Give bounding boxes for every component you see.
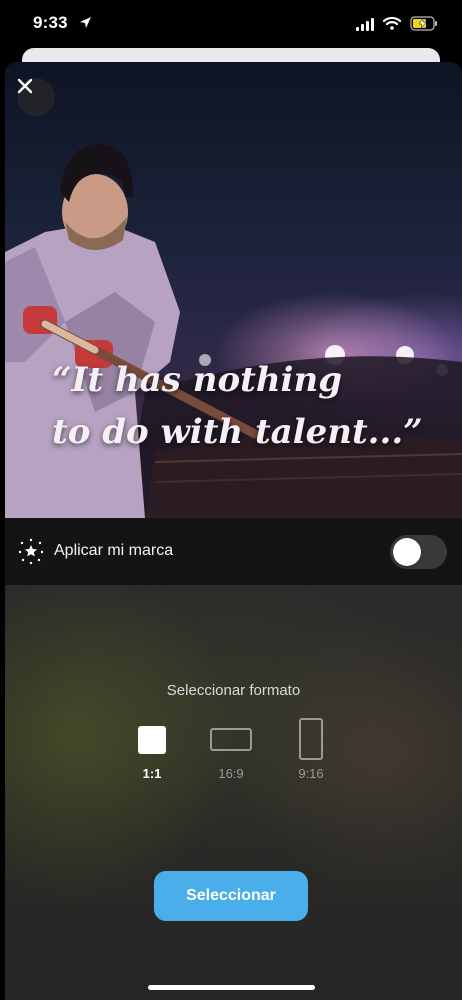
quote-text-line-2: to do with talent...” xyxy=(52,412,423,452)
format-option-9-16[interactable]: 9:16 xyxy=(276,715,346,785)
apply-brand-row: Aplicar mi marca xyxy=(5,518,462,585)
preview-image: “It has nothing to do with talent...” xyxy=(5,62,462,518)
location-arrow-icon xyxy=(80,17,91,28)
quote-text-line-1: “It has nothing xyxy=(52,360,342,400)
status-bar: 9:33 xyxy=(0,0,462,50)
format-selection-panel: Seleccionar formato 1:1 16:9 9:16 Selecc… xyxy=(5,585,462,1000)
format-option-16-9[interactable]: 16:9 xyxy=(196,715,266,785)
signal-icon xyxy=(356,18,374,31)
close-icon xyxy=(17,78,33,94)
sparkle-star-icon xyxy=(18,538,44,564)
format-label-16-9: 16:9 xyxy=(218,766,244,781)
format-label-9-16: 9:16 xyxy=(298,766,324,781)
close-button[interactable] xyxy=(17,78,55,116)
format-title: Seleccionar formato xyxy=(166,682,301,699)
select-button[interactable]: Seleccionar xyxy=(154,871,308,921)
apply-brand-toggle[interactable] xyxy=(390,535,447,569)
wifi-icon xyxy=(383,16,401,30)
format-option-1-1[interactable]: 1:1 xyxy=(117,715,187,785)
toggle-knob xyxy=(393,538,421,566)
format-label-1-1: 1:1 xyxy=(142,766,162,781)
battery-charging-icon xyxy=(410,16,437,31)
landscape-format-icon xyxy=(210,728,252,751)
format-sheet: “It has nothing to do with talent...” Ap… xyxy=(5,62,462,1000)
status-time: 9:33 xyxy=(33,13,68,32)
square-format-icon xyxy=(138,726,166,754)
home-indicator xyxy=(148,985,315,990)
portrait-format-icon xyxy=(299,718,323,760)
apply-brand-label: Aplicar mi marca xyxy=(54,542,174,559)
